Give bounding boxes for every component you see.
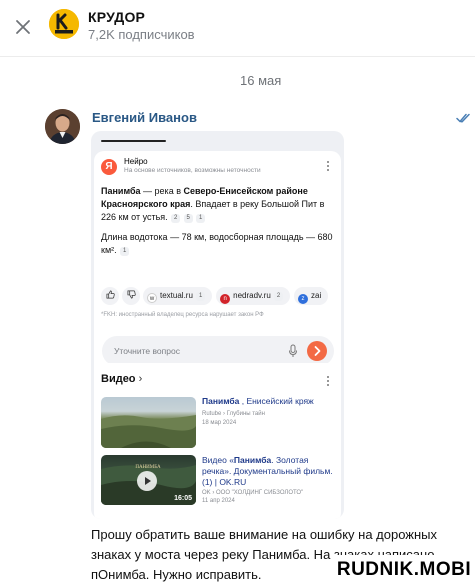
more-vertical-icon[interactable]	[326, 375, 330, 387]
svg-text:ПАНИМБА: ПАНИМБА	[135, 465, 161, 470]
chat-header: КРУДОР 7,2K подписчиков	[0, 0, 475, 56]
video-title-pre: Видео «	[202, 455, 234, 465]
source-chip[interactable]: n nedradv.ru 2	[216, 287, 291, 305]
close-button[interactable]	[12, 16, 34, 38]
neiro-paragraph-2: Длина водотока — 78 км, водосборная площ…	[101, 231, 333, 257]
microphone-icon[interactable]	[288, 344, 298, 358]
close-icon	[16, 20, 30, 34]
video-title[interactable]: Панимба , Енисейский кряж	[202, 396, 337, 407]
video-source: Rutube › Глубины тайн	[202, 411, 265, 417]
source-ref[interactable]: 2	[171, 214, 181, 223]
neiro-title: Нейро	[124, 157, 148, 166]
dislike-button[interactable]	[122, 287, 140, 305]
video-duration: 16:05	[174, 495, 192, 502]
source-count: 2	[274, 292, 284, 301]
neiro-paragraph-1: Панимба — река в Северо-Енисейском район…	[101, 185, 333, 224]
p1-text-a: — река в	[140, 186, 184, 196]
video-thumbnail[interactable]: ПАНИМБА 16:05	[101, 455, 196, 505]
chevron-right-icon: ›	[138, 373, 143, 385]
author-avatar[interactable]	[45, 109, 80, 144]
source-name: zai	[311, 291, 322, 300]
video-results-card: Видео › Панимба , Енисейский кряж Rutube…	[94, 363, 341, 519]
source-name: nedradv.ru	[233, 291, 271, 300]
screenshot-tab-indicator	[101, 140, 166, 142]
sources-row: w textual.ru 1 n nedradv.ru 2 z zai	[101, 287, 341, 305]
textual-favicon-icon: w	[147, 293, 157, 303]
forest-landscape-icon	[101, 415, 196, 448]
source-ref[interactable]: 1	[120, 247, 130, 256]
video-title-bold: Панимба	[202, 396, 240, 406]
source-chip[interactable]: z zai	[294, 287, 329, 305]
arrow-right-icon	[314, 346, 321, 356]
river-name: Панимба	[101, 186, 141, 196]
attached-screenshot[interactable]: Я Нейро На основе источников, возможны н…	[91, 131, 344, 519]
p2-text: Длина водотока — 78 км, водосборная площ…	[101, 232, 333, 255]
neiro-logo-icon: Я	[101, 159, 117, 175]
ask-placeholder: Уточните вопрос	[114, 346, 180, 356]
video-date: 11 апр 2024	[202, 498, 235, 504]
subscriber-count: 7,2K подписчиков	[88, 27, 195, 42]
disclaimer-text: *FKH: иностранный владелец ресурса наруш…	[101, 312, 264, 318]
video-title-rest: , Енисейский кряж	[239, 396, 314, 406]
play-triangle-icon	[145, 477, 151, 485]
chat-page: КРУДОР 7,2K подписчиков 16 мая Евгений И…	[0, 0, 475, 585]
more-vertical-icon[interactable]	[326, 160, 330, 172]
watermark: RUDNIK.MOBI	[333, 555, 475, 585]
video-date: 18 мар 2024	[202, 420, 237, 426]
nedradv-favicon-icon: n	[220, 294, 231, 304]
send-button[interactable]	[307, 341, 327, 361]
channel-avatar[interactable]	[49, 9, 79, 39]
channel-name[interactable]: КРУДОР	[88, 9, 145, 25]
video-thumbnail[interactable]	[101, 397, 196, 448]
video-heading-label: Видео	[101, 373, 136, 385]
thumbs-up-icon	[106, 290, 115, 299]
video-source: OK › ООО "ХОЛДИНГ СИБЗОЛОТО"	[202, 490, 304, 496]
source-ref[interactable]: 1	[196, 214, 206, 223]
source-count: 1	[196, 292, 206, 301]
date-separator: 16 мая	[240, 73, 282, 88]
krudor-logo-icon	[49, 9, 79, 39]
ask-question-input[interactable]: Уточните вопрос	[102, 336, 334, 366]
avatar-photo-icon	[45, 109, 80, 144]
video-heading[interactable]: Видео ›	[101, 373, 142, 385]
source-name: textual.ru	[160, 291, 193, 300]
header-divider	[0, 56, 475, 57]
author-name[interactable]: Евгений Иванов	[92, 110, 197, 125]
video-title[interactable]: Видео «Панимба. Золотая речка». Документ…	[202, 455, 337, 488]
play-icon[interactable]	[137, 471, 157, 491]
source-chip[interactable]: w textual.ru 1	[143, 287, 213, 305]
read-check-icon	[456, 113, 470, 123]
zai-favicon-icon: z	[298, 294, 309, 304]
video-title-bold: Панимба	[233, 455, 272, 465]
neiro-subtitle: На основе источников, возможны неточност…	[124, 167, 261, 174]
source-ref[interactable]: 5	[183, 214, 193, 223]
like-button[interactable]	[101, 287, 119, 305]
thumbs-down-icon	[127, 290, 136, 299]
